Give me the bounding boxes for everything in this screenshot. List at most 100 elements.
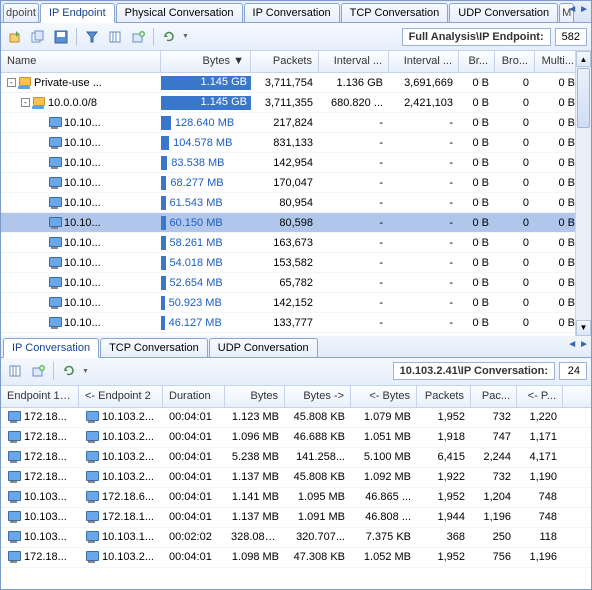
host-icon [48, 297, 62, 309]
tab-prev[interactable]: ◄ [567, 4, 577, 15]
tab-ip-endpoint[interactable]: IP Endpoint [40, 3, 115, 23]
top-toolbar: ▼ Full Analysis\IP Endpoint: 582 [1, 23, 591, 51]
bytes-value: 54.018 MB [166, 257, 223, 269]
table-row[interactable]: 172.18...10.103.2...00:04:011.096 MB46.6… [1, 428, 591, 448]
host-icon [48, 177, 62, 189]
col-packets2[interactable]: Packets [417, 386, 471, 407]
table-row[interactable]: -10.0.0.0/81.145 GB3,711,355680.820 ...2… [1, 93, 591, 113]
col-bytes2[interactable]: Bytes [225, 386, 285, 407]
bytes-bar: 1.145 GB [161, 76, 251, 90]
col-pacout[interactable]: Pac... [471, 386, 517, 407]
table-row[interactable]: 10.10...50.923 MB142,152--0 B00 B [1, 293, 591, 313]
sub-add-icon[interactable] [28, 361, 48, 381]
table-row[interactable]: 10.103...172.18.6...00:04:011.141 MB1.09… [1, 488, 591, 508]
sub-tab-next[interactable]: ► [579, 339, 589, 350]
table-row[interactable]: 10.10...128.640 MB217,824--0 B00 B [1, 113, 591, 133]
scroll-down[interactable]: ▼ [576, 320, 591, 336]
row-name: 10.10... [64, 157, 101, 169]
table-row[interactable]: 10.10...52.654 MB65,782--0 B00 B [1, 273, 591, 293]
host-icon [48, 117, 62, 129]
table-row[interactable]: 10.10...68.277 MB170,047--0 B00 B [1, 173, 591, 193]
row-name: 10.10... [64, 237, 101, 249]
col-pacin[interactable]: <- P... [517, 386, 563, 407]
table-row[interactable]: 172.18...10.103.2...00:04:015.238 MB141.… [1, 448, 591, 468]
top-grid-body: -Private-use ...1.145 GB3,711,7541.136 G… [1, 73, 591, 336]
col-duration[interactable]: Duration [163, 386, 225, 407]
table-row[interactable]: 10.10...54.018 MB153,582--0 B00 B [1, 253, 591, 273]
sub-path-count: 24 [559, 362, 587, 380]
sub-tab-prev[interactable]: ◄ [567, 339, 577, 350]
table-row[interactable]: 10.10...83.538 MB142,954--0 B00 B [1, 153, 591, 173]
refresh-icon[interactable] [159, 27, 179, 47]
bytes-value: 83.538 MB [167, 157, 224, 169]
export-icon[interactable] [5, 27, 25, 47]
sub-refresh-icon[interactable] [59, 361, 79, 381]
table-row[interactable]: -Private-use ...1.145 GB3,711,7541.136 G… [1, 73, 591, 93]
tab-physical-conversation[interactable]: Physical Conversation [116, 3, 243, 22]
host-icon [7, 431, 21, 443]
bytes-value: 1.145 GB [197, 76, 247, 88]
col-ep2[interactable]: <- Endpoint 2 [79, 386, 163, 407]
bytes-bar: 1.145 GB [161, 96, 251, 110]
bytes-value: 128.640 MB [171, 117, 234, 129]
add-icon[interactable] [128, 27, 148, 47]
top-grid: Name Bytes ▼ Packets Interval ... Interv… [1, 51, 591, 336]
bytes-value: 1.145 GB [197, 96, 247, 108]
col-ep1[interactable]: Endpoint 1 -> [1, 386, 79, 407]
expand-toggle[interactable]: - [7, 78, 16, 87]
sub-columns-icon[interactable] [5, 361, 25, 381]
host-icon [48, 137, 62, 149]
host-icon [7, 411, 21, 423]
filter-icon[interactable] [82, 27, 102, 47]
col-interval2[interactable]: Interval ... [389, 51, 459, 72]
subtab-udp-conversation[interactable]: UDP Conversation [209, 338, 318, 357]
tab-tcp-conversation[interactable]: TCP Conversation [341, 3, 449, 22]
columns-icon[interactable] [105, 27, 125, 47]
table-row[interactable]: 10.10...46.127 MB133,777--0 B00 B [1, 313, 591, 333]
table-row[interactable]: 10.10...58.261 MB163,673--0 B00 B [1, 233, 591, 253]
subtab-tcp-conversation[interactable]: TCP Conversation [100, 338, 208, 357]
table-row[interactable]: 172.18...10.103.2...00:04:011.137 MB45.8… [1, 468, 591, 488]
col-packets[interactable]: Packets [251, 51, 319, 72]
col-bro[interactable]: Bro... [495, 51, 535, 72]
tab-udp-conversation[interactable]: UDP Conversation [449, 3, 558, 22]
col-name[interactable]: Name [1, 51, 161, 72]
row-name: 10.10... [64, 197, 101, 209]
tab-clip-left: dpoint [3, 3, 39, 22]
host-icon [48, 277, 62, 289]
row-name: 10.10... [64, 177, 101, 189]
row-name: 10.10... [64, 277, 101, 289]
host-icon [7, 531, 21, 543]
subtab-ip-conversation[interactable]: IP Conversation [3, 338, 99, 358]
sub-grid: Endpoint 1 -> <- Endpoint 2 Duration Byt… [1, 386, 591, 589]
col-interval1[interactable]: Interval ... [319, 51, 389, 72]
scroll-up[interactable]: ▲ [576, 51, 591, 67]
col-bytesin[interactable]: <- Bytes [351, 386, 417, 407]
table-row[interactable]: 10.10...60.150 MB80,598--0 B00 B [1, 213, 591, 233]
expand-toggle[interactable]: - [21, 98, 30, 107]
table-row[interactable]: 10.103...10.103.1...00:02:02328.082...32… [1, 528, 591, 548]
network-icon [18, 77, 32, 89]
row-name: 10.10... [64, 317, 101, 329]
col-bytesout[interactable]: Bytes -> [285, 386, 351, 407]
bytes-value: 58.261 MB [166, 237, 223, 249]
table-row[interactable]: 10.10...61.543 MB80,954--0 B00 B [1, 193, 591, 213]
table-row[interactable]: 10.10...104.578 MB831,133--0 B00 B [1, 133, 591, 153]
copy-icon[interactable] [28, 27, 48, 47]
host-icon [7, 491, 21, 503]
host-icon [7, 511, 21, 523]
host-icon [85, 531, 99, 543]
col-br[interactable]: Br... [459, 51, 495, 72]
table-row[interactable]: 172.18...10.103.2...00:04:011.098 MB47.3… [1, 548, 591, 568]
scroll-thumb[interactable] [577, 68, 590, 128]
host-icon [7, 551, 21, 563]
col-bytes[interactable]: Bytes ▼ [161, 51, 251, 72]
tab-ip-conversation[interactable]: IP Conversation [244, 3, 340, 22]
table-row[interactable]: 172.18...10.103.2...00:04:011.123 MB45.8… [1, 408, 591, 428]
save-icon[interactable] [51, 27, 71, 47]
host-icon [48, 237, 62, 249]
row-name: 10.10... [64, 217, 101, 229]
table-row[interactable]: 10.103...172.18.1...00:04:011.137 MB1.09… [1, 508, 591, 528]
bytes-value: 60.150 MB [166, 217, 223, 229]
tab-next[interactable]: ► [579, 4, 589, 15]
